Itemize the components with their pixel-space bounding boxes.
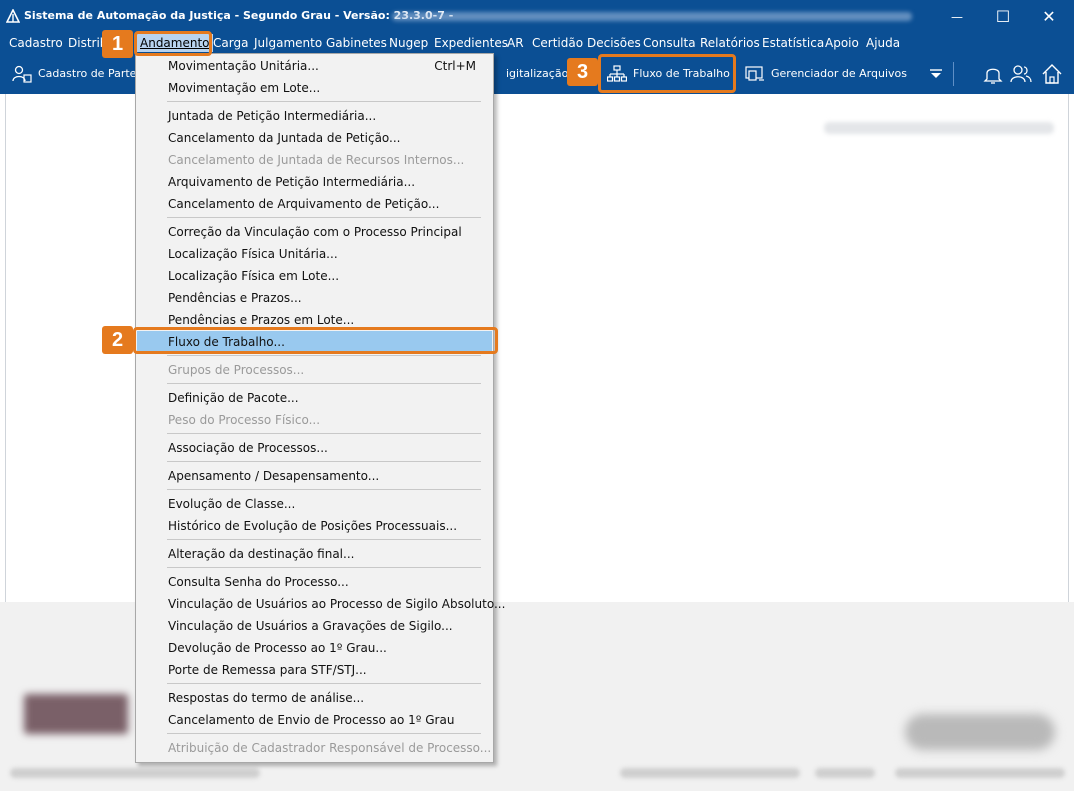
redacted-workspace-note (824, 122, 1054, 134)
menu-ar[interactable]: AR (507, 36, 524, 50)
menu-separator (167, 217, 481, 218)
menu-separator (167, 567, 481, 568)
redacted-status-right (815, 768, 875, 778)
menu-item-arquivamento-peticao[interactable]: Arquivamento de Petição Intermediária... (137, 171, 492, 193)
menu-cadastro[interactable]: Cadastro (9, 36, 63, 50)
title-bar: Sistema de Automação da Justiça - Segund… (0, 0, 1074, 33)
menu-separator (167, 433, 481, 434)
app-logo-icon (6, 9, 20, 23)
gerenciador-arquivos-label: Gerenciador de Arquivos (771, 67, 907, 80)
menu-item-historico-evolucao[interactable]: Histórico de Evolução de Posições Proces… (137, 515, 492, 537)
step-1-badge: 1 (102, 30, 133, 58)
menu-item-cancelamento-juntada[interactable]: Cancelamento da Juntada de Petição... (137, 127, 492, 149)
toolbar-separator (953, 62, 954, 86)
home-icon (1042, 63, 1062, 84)
person-card-icon (12, 65, 32, 83)
menu-item-porte-remessa[interactable]: Porte de Remessa para STF/STJ... (137, 659, 492, 681)
menu-item-alteracao-destinacao[interactable]: Alteração da destinação final... (137, 543, 492, 565)
menu-ajuda[interactable]: Ajuda (866, 36, 900, 50)
menu-certidao[interactable]: Certidão (532, 36, 583, 50)
menu-item-apensamento[interactable]: Apensamento / Desapensamento... (137, 465, 492, 487)
menu-item-atribuicao-cadastrador: Atribuição de Cadastrador Responsável de… (168, 741, 492, 755)
menu-nugep[interactable]: Nugep (389, 36, 428, 50)
toolbar-overflow-button[interactable] (929, 53, 949, 94)
step-1-highlight-box (134, 31, 212, 56)
menu-item-peso-processo-fisico: Peso do Processo Físico... (168, 413, 321, 427)
menu-carga[interactable]: Carga (213, 36, 248, 50)
andamento-dropdown-menu: Movimentação Unitária... Ctrl+M Moviment… (135, 53, 505, 763)
redacted-logo-right (905, 714, 1055, 750)
step-2-badge: 2 (102, 326, 133, 354)
step-3-highlight-box (598, 54, 736, 93)
menu-separator (167, 101, 481, 102)
maximize-icon: ☐ (995, 7, 1011, 26)
step-3-badge: 3 (567, 58, 598, 86)
menu-item-evolucao-classe[interactable]: Evolução de Classe... (137, 493, 492, 515)
menu-item-associacao-processos[interactable]: Associação de Processos... (137, 437, 492, 459)
menu-item-movimentacao-lote[interactable]: Movimentação em Lote... (137, 77, 492, 99)
home-button[interactable] (1041, 53, 1069, 94)
menu-estatistica[interactable]: Estatística (762, 36, 824, 50)
menu-expedientes[interactable]: Expedientes (434, 36, 508, 50)
users-button[interactable] (1010, 53, 1038, 94)
menu-item-cancelamento-juntada-recursos: Cancelamento de Juntada de Recursos Inte… (168, 153, 465, 167)
redacted-status-center (620, 768, 800, 778)
menu-gabinetes[interactable]: Gabinetes (326, 36, 387, 50)
menu-item-definicao-pacote[interactable]: Definição de Pacote... (137, 387, 492, 409)
menu-item-cancelamento-envio[interactable]: Cancelamento de Envio de Processo ao 1º … (137, 709, 492, 731)
menu-item-cancelamento-arquivamento[interactable]: Cancelamento de Arquivamento de Petição.… (137, 193, 492, 215)
redacted-status-left (10, 768, 260, 778)
menu-separator (167, 355, 481, 356)
menu-separator (167, 489, 481, 490)
close-button[interactable]: ✕ (1026, 0, 1072, 33)
menu-item-consulta-senha[interactable]: Consulta Senha do Processo... (137, 571, 492, 593)
menu-relatorios[interactable]: Relatórios (700, 36, 760, 50)
redacted-logo-left (24, 694, 128, 734)
menu-item-grupos-processos: Grupos de Processos... (168, 363, 305, 377)
menu-item-devolucao-primeiro-grau[interactable]: Devolução de Processo ao 1º Grau... (137, 637, 492, 659)
menu-separator (167, 383, 481, 384)
menu-item-respostas-termo[interactable]: Respostas do termo de análise... (137, 687, 492, 709)
menu-separator (167, 461, 481, 462)
step-2-highlight-box (133, 327, 498, 354)
menu-item-vinculacao-gravacoes-sigilo[interactable]: Vinculação de Usuários a Gravações de Si… (137, 615, 492, 637)
minimize-icon: — (951, 9, 963, 24)
menu-apoio[interactable]: Apoio (825, 36, 859, 50)
bell-icon (983, 68, 1003, 84)
menu-separator (167, 683, 481, 684)
minimize-button[interactable]: — (934, 0, 980, 33)
menu-item-localizacao-unitaria[interactable]: Localização Física Unitária... (137, 243, 492, 265)
menu-item-vinculacao-sigilo-absoluto[interactable]: Vinculação de Usuários ao Processo de Si… (137, 593, 505, 615)
redacted-status-far-right (895, 768, 1065, 778)
file-manager-icon (745, 65, 764, 81)
menu-julgamento[interactable]: Julgamento (254, 36, 322, 50)
cadastro-partes-button[interactable]: Cadastro de Partes (12, 53, 142, 94)
maximize-button[interactable]: ☐ (980, 0, 1026, 33)
shortcut-label: Ctrl+M (434, 59, 476, 73)
close-icon: ✕ (1042, 7, 1056, 26)
menu-separator (167, 539, 481, 540)
menu-item-movimentacao-unitaria[interactable]: Movimentação Unitária... Ctrl+M (137, 55, 492, 77)
dropdown-arrow-icon (930, 68, 942, 78)
menu-item-localizacao-lote[interactable]: Localização Física em Lote... (137, 265, 492, 287)
menu-consulta[interactable]: Consulta (643, 36, 696, 50)
menu-item-pendencias-prazos[interactable]: Pendências e Prazos... (137, 287, 492, 309)
menu-item-label: Movimentação Unitária... (168, 59, 319, 73)
notifications-button[interactable] (983, 53, 1009, 94)
gerenciador-arquivos-button[interactable]: Gerenciador de Arquivos (745, 53, 907, 94)
menu-separator (167, 733, 481, 734)
window-title: Sistema de Automação da Justiça - Segund… (24, 9, 454, 22)
redacted-title-info (392, 12, 912, 21)
menu-item-juntada-peticao[interactable]: Juntada de Petição Intermediária... (137, 105, 492, 127)
users-icon (1010, 64, 1032, 82)
cadastro-partes-label: Cadastro de Partes (38, 67, 143, 80)
menu-item-correcao-vinculacao[interactable]: Correção da Vinculação com o Processo Pr… (137, 221, 492, 243)
menu-decisoes[interactable]: Decisões (587, 36, 641, 50)
